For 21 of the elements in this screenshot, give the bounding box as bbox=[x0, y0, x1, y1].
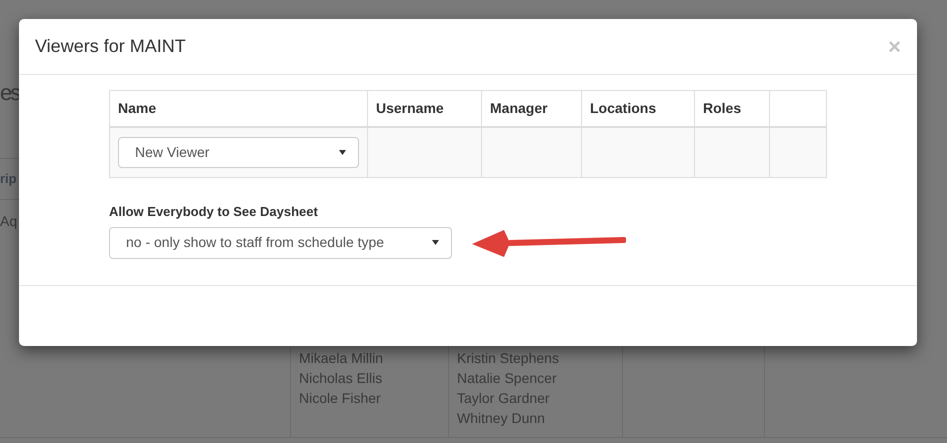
modal-title: Viewers for MAINT bbox=[35, 35, 186, 58]
visibility-select[interactable]: no - only show to staff from schedule type bbox=[109, 226, 452, 258]
table-cell-text: Nicole Fisher bbox=[299, 389, 382, 408]
table-cell-text: Mikaela Millin bbox=[299, 349, 384, 368]
setting-label: Allow Everybody to See Daysheet bbox=[109, 203, 319, 221]
table-cell-text: Nicholas Ellis bbox=[299, 369, 384, 388]
caret-icon bbox=[432, 240, 439, 245]
column-header: Locations bbox=[582, 91, 695, 126]
column-header: Name bbox=[110, 91, 368, 126]
viewer-select[interactable]: New Viewer bbox=[118, 137, 359, 168]
table-cell-text: Kristin Stephens bbox=[457, 349, 560, 368]
caret-icon bbox=[339, 150, 346, 155]
column-header: Username bbox=[368, 91, 482, 126]
table-cell-text: Taylor Gardner bbox=[457, 389, 551, 408]
table-cell-text: Natalie Spencer bbox=[457, 369, 558, 388]
column-header: Roles bbox=[695, 91, 770, 126]
arrow-icon bbox=[470, 228, 626, 258]
table-cell-text: Whitney Dunn bbox=[457, 409, 546, 428]
column-header: rip bbox=[0, 170, 17, 188]
table-cell-text: Aq bbox=[0, 212, 18, 231]
column-header: Manager bbox=[482, 91, 582, 126]
